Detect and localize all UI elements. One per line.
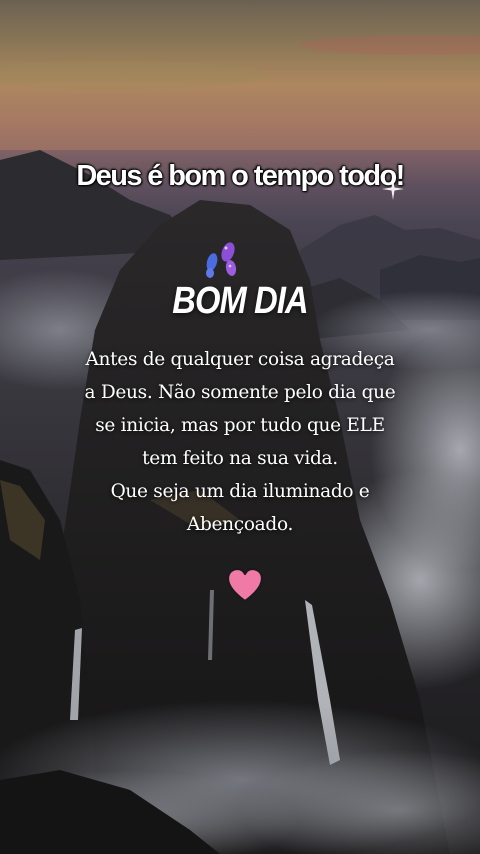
headline-text: Deus é bom o tempo todo! bbox=[76, 159, 406, 192]
background-photo: Deus é bom o tempo todo! BOM DIA Antes d… bbox=[0, 0, 480, 854]
message-line: tem feito na sua vida. bbox=[142, 448, 338, 469]
message-line: a Deus. Não somente pelo dia que bbox=[84, 382, 396, 403]
butterfly-icon bbox=[206, 242, 237, 278]
message-line: Antes de qualquer coisa agradeça bbox=[85, 349, 395, 370]
message-line: se inicia, mas por tudo que ELE bbox=[95, 415, 385, 436]
greeting-title: BOM DIA bbox=[172, 280, 308, 322]
message-line: Que seja um dia iluminado e bbox=[110, 481, 370, 502]
sparkle-icon bbox=[382, 178, 404, 200]
message-line: Abençoado. bbox=[186, 514, 294, 535]
message-text: Antes de qualquer coisa agradeça a Deus.… bbox=[30, 343, 450, 541]
heart-icon bbox=[226, 567, 264, 603]
